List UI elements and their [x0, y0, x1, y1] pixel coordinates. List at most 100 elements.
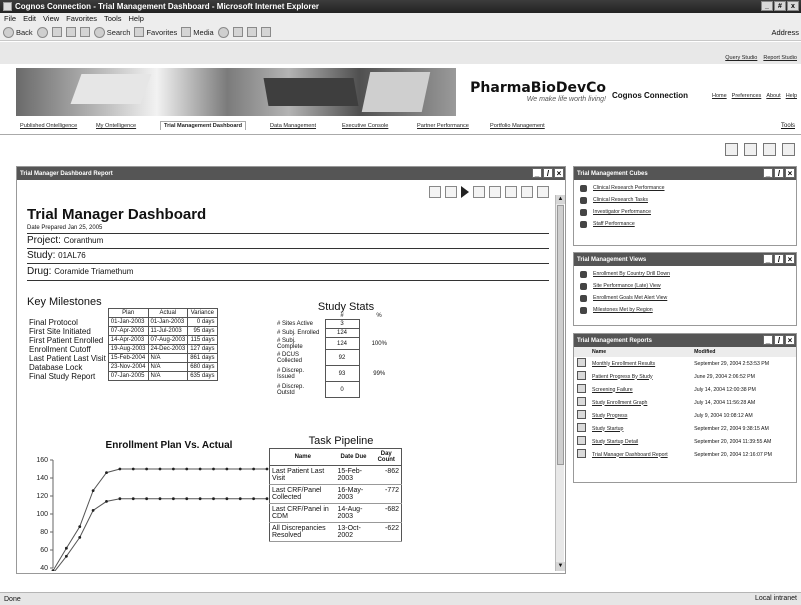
scroll-down-icon[interactable]: ▼: [556, 562, 565, 571]
minimize-portlet-icon[interactable]: _: [763, 254, 773, 264]
list-item-link[interactable]: Clinical Research Tasks: [593, 197, 648, 203]
maximize-button[interactable]: #: [774, 1, 786, 11]
scroll-thumb[interactable]: [557, 205, 564, 465]
history-icon[interactable]: [217, 26, 229, 38]
scroll-up-icon[interactable]: ▲: [556, 195, 565, 204]
list-item[interactable]: Clinical Research Tasks: [574, 194, 796, 206]
xml-icon[interactable]: [521, 186, 533, 198]
report-icon[interactable]: [577, 410, 586, 419]
report-scrollbar[interactable]: ▲ ▼: [555, 195, 565, 571]
list-item[interactable]: Enrollment By Country Drill Down: [574, 268, 796, 280]
query-studio-link[interactable]: Query Studio: [725, 55, 757, 61]
list-item-link[interactable]: Clinical Research Performance: [593, 185, 665, 191]
report-icon[interactable]: [577, 436, 586, 445]
pdf-icon[interactable]: [473, 186, 485, 198]
tab-published-ontelligence[interactable]: Published Ontelligence: [20, 123, 77, 129]
menu-file[interactable]: File: [4, 14, 16, 23]
table-row[interactable]: Trial Manager Dashboard Report September …: [574, 448, 796, 461]
list-item[interactable]: Milestones Met by Region: [574, 304, 796, 316]
report-name-link[interactable]: Study Enrollment Graph: [592, 400, 647, 406]
edit-portlet-icon[interactable]: /: [543, 168, 553, 178]
refresh-icon[interactable]: [65, 27, 76, 37]
list-item[interactable]: Clinical Research Performance: [574, 182, 796, 194]
home-icon[interactable]: [79, 27, 90, 37]
menu-view[interactable]: View: [43, 14, 59, 23]
stop-icon[interactable]: [51, 27, 62, 37]
mail-icon[interactable]: [232, 27, 243, 37]
report-studio-link[interactable]: Report Studio: [763, 55, 797, 61]
report-icon[interactable]: [577, 423, 586, 432]
preferences-link[interactable]: Preferences: [732, 93, 762, 99]
close-portlet-icon[interactable]: ×: [785, 168, 795, 178]
list-item-link[interactable]: Enrollment Goals Met Alert View: [593, 295, 667, 301]
new-page-icon[interactable]: [725, 143, 738, 156]
report-name-link[interactable]: Study Startup Detail: [592, 439, 638, 445]
report-icon[interactable]: [577, 449, 586, 458]
tab-trial-management-dashboard[interactable]: Trial Management Dashboard: [160, 121, 247, 130]
table-row[interactable]: Study Startup September 22, 2004 9:38:15 …: [574, 422, 796, 435]
menu-favorites[interactable]: Favorites: [66, 14, 97, 23]
close-portlet-icon[interactable]: ×: [785, 335, 795, 345]
report-name-link[interactable]: Patient Progress By Study: [592, 374, 653, 380]
menu-tools[interactable]: Tools: [104, 14, 122, 23]
favorites-button[interactable]: Favorites: [134, 27, 177, 37]
tab-my-ontelligence[interactable]: My Ontelligence: [96, 123, 136, 129]
menu-edit[interactable]: Edit: [23, 14, 36, 23]
edit-portlet-icon[interactable]: /: [774, 168, 784, 178]
list-item[interactable]: Investigator Performance: [574, 206, 796, 218]
tab-partner-performance[interactable]: Partner Performance: [417, 123, 469, 129]
minimize-button[interactable]: _: [761, 1, 773, 11]
menu-help[interactable]: Help: [129, 14, 144, 23]
table-row[interactable]: Study Progress July 9, 2004 10:08:12 AM: [574, 409, 796, 422]
list-item-link[interactable]: Site Performance (Late) View: [593, 283, 661, 289]
page-settings-icon[interactable]: [782, 143, 795, 156]
tab-data-management[interactable]: Data Management: [270, 123, 316, 129]
minimize-portlet-icon[interactable]: _: [763, 335, 773, 345]
edit-portlet-icon[interactable]: /: [774, 335, 784, 345]
run-report-icon[interactable]: [461, 186, 469, 198]
media-button[interactable]: Media: [181, 27, 214, 37]
help-link[interactable]: Help: [786, 93, 797, 99]
csv-icon[interactable]: [537, 186, 549, 198]
minimize-portlet-icon[interactable]: _: [763, 168, 773, 178]
close-button[interactable]: x: [787, 1, 799, 11]
table-row[interactable]: Study Startup Detail September 20, 2004 1…: [574, 435, 796, 448]
list-item-link[interactable]: Investigator Performance: [593, 209, 651, 215]
report-icon[interactable]: [577, 358, 586, 367]
list-item-link[interactable]: Staff Performance: [593, 221, 635, 227]
forward-arrow-icon[interactable]: [36, 26, 48, 38]
report-icon[interactable]: [577, 384, 586, 393]
report-name-link[interactable]: Screening Failure: [592, 387, 633, 393]
print-icon[interactable]: [246, 27, 257, 37]
minimize-portlet-icon[interactable]: _: [532, 168, 542, 178]
search-button[interactable]: Search: [93, 26, 130, 38]
about-link[interactable]: About: [766, 93, 780, 99]
home-link[interactable]: Home: [712, 93, 727, 99]
list-item[interactable]: Site Performance (Late) View: [574, 280, 796, 292]
layout-icon[interactable]: [744, 143, 757, 156]
save-report-icon[interactable]: [429, 186, 441, 198]
list-item-link[interactable]: Milestones Met by Region: [593, 307, 653, 313]
table-row[interactable]: Screening Failure July 14, 2004 12:00:38 …: [574, 383, 796, 396]
report-name-link[interactable]: Study Progress: [592, 413, 627, 419]
edit-page-icon[interactable]: [763, 143, 776, 156]
report-name-link[interactable]: Study Startup: [592, 426, 623, 432]
list-item[interactable]: Staff Performance: [574, 218, 796, 230]
excel-icon[interactable]: [505, 186, 517, 198]
close-portlet-icon[interactable]: ×: [785, 254, 795, 264]
report-name-link[interactable]: Monthly Enrollment Results: [592, 361, 655, 367]
table-row[interactable]: Patient Progress By Study June 29, 2004 2…: [574, 370, 796, 383]
report-icon[interactable]: [577, 371, 586, 380]
tab-portfolio-management[interactable]: Portfolio Management: [490, 123, 545, 129]
list-item-link[interactable]: Enrollment By Country Drill Down: [593, 271, 670, 277]
list-item[interactable]: Enrollment Goals Met Alert View: [574, 292, 796, 304]
html-icon[interactable]: [489, 186, 501, 198]
back-button[interactable]: Back: [3, 26, 33, 38]
tab-executive-console[interactable]: Executive Console: [342, 123, 388, 129]
tools-menu[interactable]: Tools: [781, 123, 795, 129]
email-icon[interactable]: [445, 186, 457, 198]
report-icon[interactable]: [577, 397, 586, 406]
edit-portlet-icon[interactable]: /: [774, 254, 784, 264]
report-name-link[interactable]: Trial Manager Dashboard Report: [592, 452, 668, 458]
table-row[interactable]: Study Enrollment Graph July 14, 2004 11:5…: [574, 396, 796, 409]
